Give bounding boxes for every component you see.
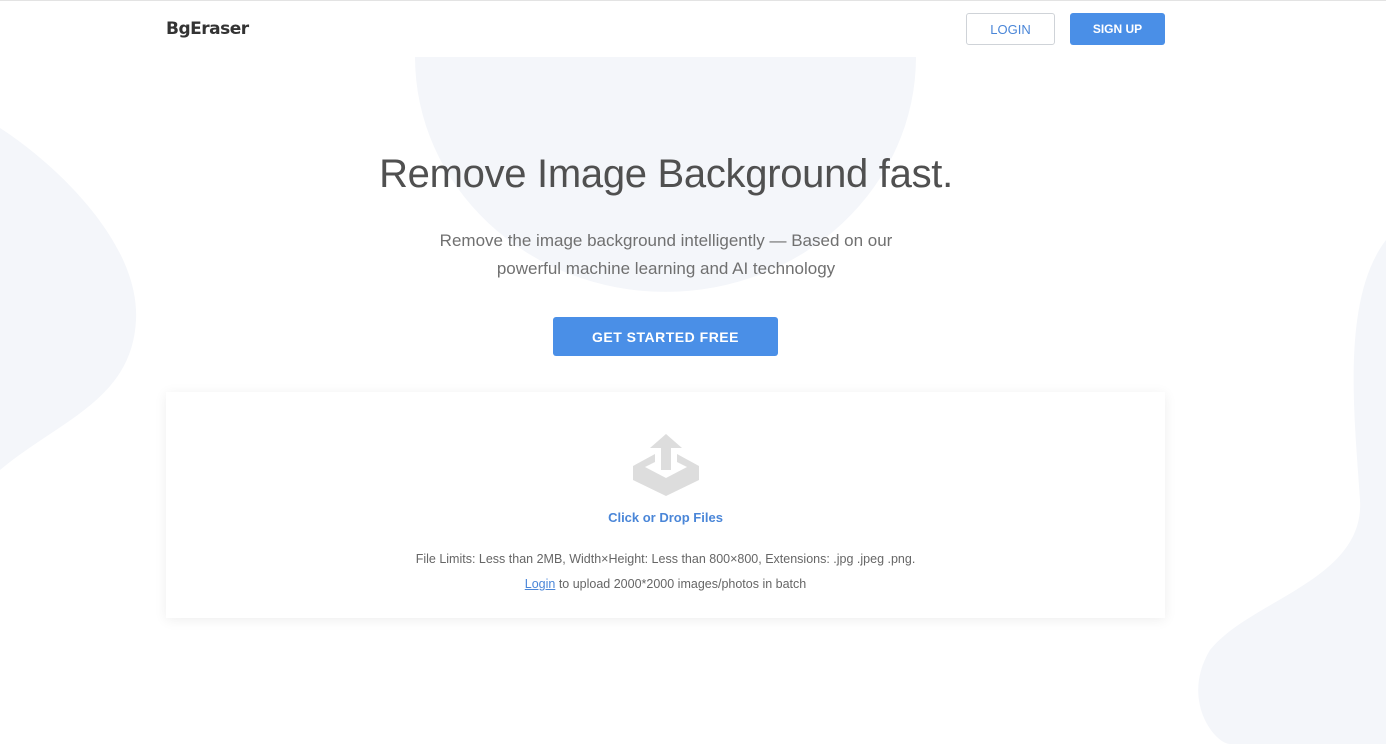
hero-subtitle: Remove the image background intelligentl… [416,227,916,283]
login-button[interactable]: LOGIN [966,13,1055,45]
brand-logo[interactable]: BgEraser [166,19,249,39]
hero-subtitle-line1: Remove the image background intelligentl… [439,231,893,250]
click-or-drop-label[interactable]: Click or Drop Files [166,510,1165,525]
batch-login-link[interactable]: Login [525,577,556,591]
signup-button[interactable]: SIGN UP [1070,13,1165,45]
header: BgEraser LOGIN SIGN UP [0,1,1386,57]
upload-tray-icon [633,434,699,496]
batch-upload-text: to upload 2000*2000 images/photos in bat… [555,577,807,591]
file-limits-text: File Limits: Less than 2MB, Width×Height… [415,552,916,566]
hero-subtitle-line2: powerful machine learning and AI technol… [496,259,836,278]
hero-title: Remove Image Background fast. [379,152,953,196]
batch-upload-note: Login to upload 2000*2000 images/photos … [166,577,1165,591]
upload-drop-zone[interactable]: Click or Drop Files File Limits: Less th… [166,392,1165,618]
right-wave-shape [1198,240,1386,744]
get-started-button[interactable]: GET STARTED FREE [553,317,778,356]
background-decoration [0,57,1386,744]
